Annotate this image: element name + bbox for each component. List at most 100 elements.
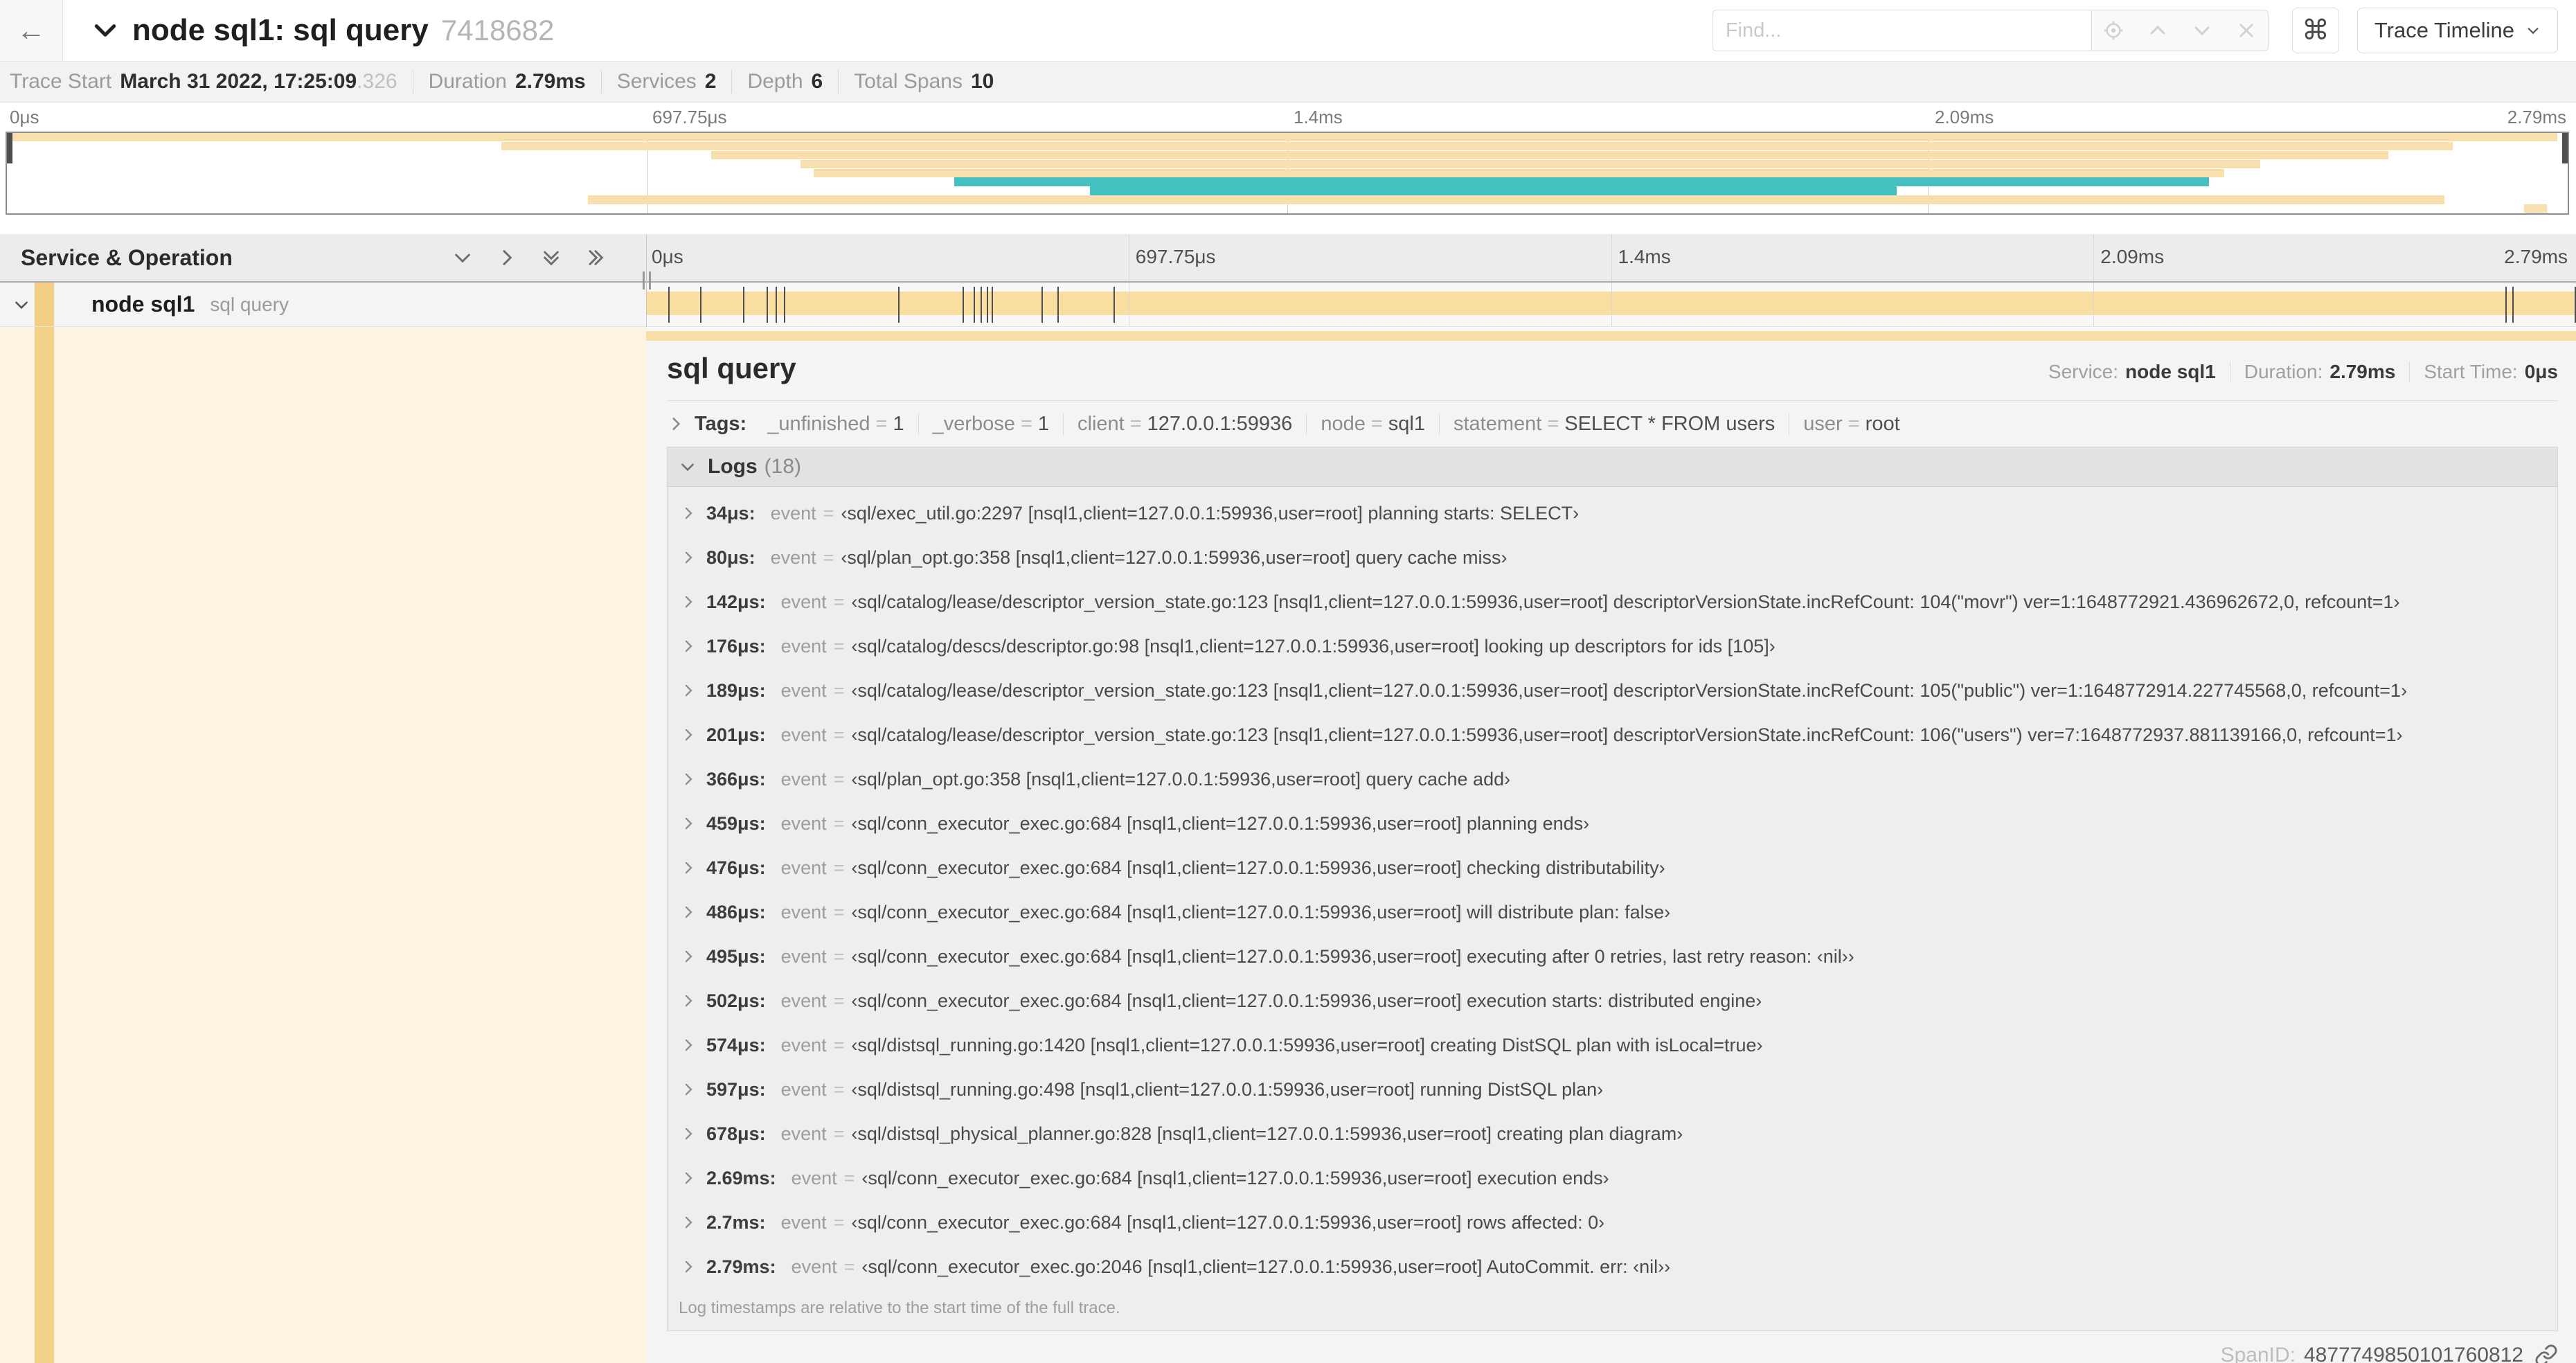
expand-all-icon[interactable] — [584, 246, 607, 269]
log-expand-chevron-icon[interactable] — [680, 594, 697, 610]
tags-row[interactable]: Tags: _unfinished = 1 _verbose = 1 client = 127.… — [667, 401, 2558, 447]
view-selector-button[interactable]: Trace Timeline — [2356, 8, 2558, 53]
trace-collapse-chevron-icon[interactable] — [92, 17, 118, 44]
column-divider-grip[interactable] — [638, 271, 656, 289]
ruler-tick-label: 1.4ms — [1618, 246, 1671, 267]
log-entry-row[interactable]: 176μs: event = ‹sql/catalog/descs/descripto… — [668, 624, 2557, 668]
log-expand-chevron-icon[interactable] — [680, 771, 697, 787]
log-equals: = — [833, 945, 845, 967]
minimap-span-bar — [7, 133, 2558, 142]
log-expand-chevron-icon[interactable] — [680, 727, 697, 743]
log-entry-row[interactable]: 80μs: event = ‹sql/plan_opt.go:358 [nsql1,c… — [668, 535, 2557, 580]
collapse-all-icon[interactable] — [539, 246, 563, 269]
log-equals: = — [833, 724, 845, 745]
tag-item[interactable]: statement = SELECT * FROM users — [1440, 412, 1790, 436]
log-entry-row[interactable]: 366μs: event = ‹sql/plan_opt.go:358 [nsql1,… — [668, 757, 2557, 801]
log-timestamp: 678μs: — [706, 1123, 766, 1144]
log-expand-chevron-icon[interactable] — [680, 1170, 697, 1186]
find-input[interactable] — [1712, 10, 2091, 51]
span-log-tick — [742, 287, 744, 323]
log-entry-row[interactable]: 201μs: event = ‹sql/catalog/lease/descripto… — [668, 713, 2557, 757]
log-timestamp: 176μs: — [706, 635, 766, 657]
log-expand-chevron-icon[interactable] — [680, 1258, 697, 1275]
log-expand-chevron-icon[interactable] — [680, 505, 697, 522]
log-expand-chevron-icon[interactable] — [680, 1125, 697, 1142]
log-entry-row[interactable]: 574μs: event = ‹sql/distsql_running.go:1420… — [668, 1023, 2557, 1067]
log-equals: = — [833, 1123, 845, 1144]
collapse-one-icon[interactable] — [451, 246, 474, 269]
span-row-track[interactable] — [646, 283, 2576, 326]
log-entry-row[interactable]: 597μs: event = ‹sql/distsql_running.go:498 … — [668, 1067, 2557, 1112]
meta-separator — [600, 70, 602, 93]
tags-label: Tags: — [695, 412, 747, 435]
log-entry-row[interactable]: 476μs: event = ‹sql/conn_executor_exec.go:6… — [668, 846, 2557, 890]
log-timestamp: 574μs: — [706, 1034, 766, 1055]
log-expand-chevron-icon[interactable] — [680, 638, 697, 654]
prev-match-icon[interactable] — [2146, 19, 2170, 42]
trace-meta-item: Depth 6 — [747, 70, 823, 93]
log-entry-row[interactable]: 495μs: event = ‹sql/conn_executor_exec.go:6… — [668, 934, 2557, 979]
span-log-tick — [699, 287, 701, 323]
log-expand-chevron-icon[interactable] — [680, 1214, 697, 1231]
log-field-value: ‹sql/distsql_running.go:498 [nsql1,clien… — [851, 1078, 1604, 1100]
log-expand-chevron-icon[interactable] — [680, 1081, 697, 1098]
log-expand-chevron-icon[interactable] — [680, 904, 697, 920]
log-timestamp: 476μs: — [706, 857, 766, 878]
span-collapse-chevron-icon[interactable] — [12, 296, 30, 314]
log-expand-chevron-icon[interactable] — [680, 992, 697, 1009]
tag-item[interactable]: user = root — [1789, 413, 1913, 436]
log-expand-chevron-icon[interactable] — [680, 815, 697, 832]
log-entry-row[interactable]: 678μs: event = ‹sql/distsql_physical_planne… — [668, 1112, 2557, 1156]
back-button[interactable]: ← — [0, 0, 63, 61]
log-expand-chevron-icon[interactable] — [680, 682, 697, 699]
trace-minimap[interactable] — [6, 132, 2569, 215]
tag-item[interactable]: node = sql1 — [1307, 412, 1440, 436]
log-field-value: ‹sql/distsql_physical_planner.go:828 [ns… — [851, 1123, 1683, 1144]
span-row-name-cell[interactable]: node sql1 sql query — [0, 283, 646, 326]
log-entry-row[interactable]: 459μs: event = ‹sql/conn_executor_exec.go:6… — [668, 801, 2557, 846]
span-detail-titlebar: sql query Service: node sql1 Duration: 2.79… — [667, 352, 2558, 385]
jaeger-trace-page: ← node sql1: sql query 7418682 Find... ⌘… — [0, 0, 2576, 1363]
log-field-value: ‹sql/distsql_running.go:1420 [nsql1,clie… — [851, 1034, 1763, 1055]
span-row[interactable]: node sql1 sql query — [0, 283, 2576, 327]
next-match-icon[interactable] — [2190, 19, 2214, 42]
deep-link-icon[interactable] — [2534, 1344, 2558, 1363]
tag-equals: = — [1129, 412, 1142, 435]
log-timestamp: 201μs: — [706, 724, 766, 745]
log-entry-row[interactable]: 502μs: event = ‹sql/conn_executor_exec.go:6… — [668, 979, 2557, 1023]
logs-collapse-chevron-icon[interactable] — [679, 458, 697, 476]
log-expand-chevron-icon[interactable] — [680, 948, 697, 965]
log-entry-row[interactable]: 2.69ms: event = ‹sql/conn_executor_exec.go:… — [668, 1156, 2557, 1200]
span-operation-name: sql query — [210, 293, 289, 315]
tag-item[interactable]: _unfinished = 1 — [753, 412, 919, 436]
minimap-right-handle[interactable] — [2562, 133, 2568, 163]
log-entry-row[interactable]: 486μs: event = ‹sql/conn_executor_exec.go:6… — [668, 890, 2557, 934]
tags-expand-chevron-icon[interactable] — [667, 415, 685, 433]
logs-list: 34μs: event = ‹sql/exec_util.go:2297 [nsql1… — [668, 487, 2557, 1289]
log-entry-row[interactable]: 2.79ms: event = ‹sql/conn_executor_exec.go:… — [668, 1245, 2557, 1289]
log-field-value: ‹sql/plan_opt.go:358 [nsql1,client=127.0… — [841, 546, 1508, 568]
minimap-left-handle[interactable] — [7, 133, 12, 163]
log-entry-row[interactable]: 142μs: event = ‹sql/catalog/lease/descripto… — [668, 580, 2557, 624]
find-addon — [2091, 10, 2269, 51]
tag-value: 127.0.0.1:59936 — [1147, 412, 1293, 435]
log-field-name: event — [780, 635, 827, 657]
expand-one-icon[interactable] — [495, 246, 519, 269]
log-expand-chevron-icon[interactable] — [680, 549, 697, 566]
meta-separator — [731, 70, 733, 93]
log-expand-chevron-icon[interactable] — [680, 1037, 697, 1053]
tag-item[interactable]: _verbose = 1 — [919, 412, 1064, 436]
focus-target-icon[interactable] — [2102, 19, 2125, 42]
tag-item[interactable]: client = 127.0.0.1:59936 — [1064, 412, 1307, 436]
trace-meta-value: 6 — [811, 70, 823, 93]
log-expand-chevron-icon[interactable] — [680, 859, 697, 876]
log-entry-row[interactable]: 2.7ms: event = ‹sql/conn_executor_exec.go:6… — [668, 1200, 2557, 1245]
log-entry-row[interactable]: 189μs: event = ‹sql/catalog/lease/descripto… — [668, 668, 2557, 713]
log-entry-row[interactable]: 34μs: event = ‹sql/exec_util.go:2297 [nsql1… — [668, 491, 2557, 535]
keyboard-shortcuts-button[interactable]: ⌘ — [2291, 8, 2339, 53]
timeline-gridline — [1611, 283, 1612, 326]
logs-header[interactable]: Logs (18) — [668, 447, 2557, 487]
clear-search-icon[interactable] — [2235, 19, 2258, 42]
span-log-tick — [1057, 287, 1059, 323]
span-log-tick — [987, 287, 989, 323]
